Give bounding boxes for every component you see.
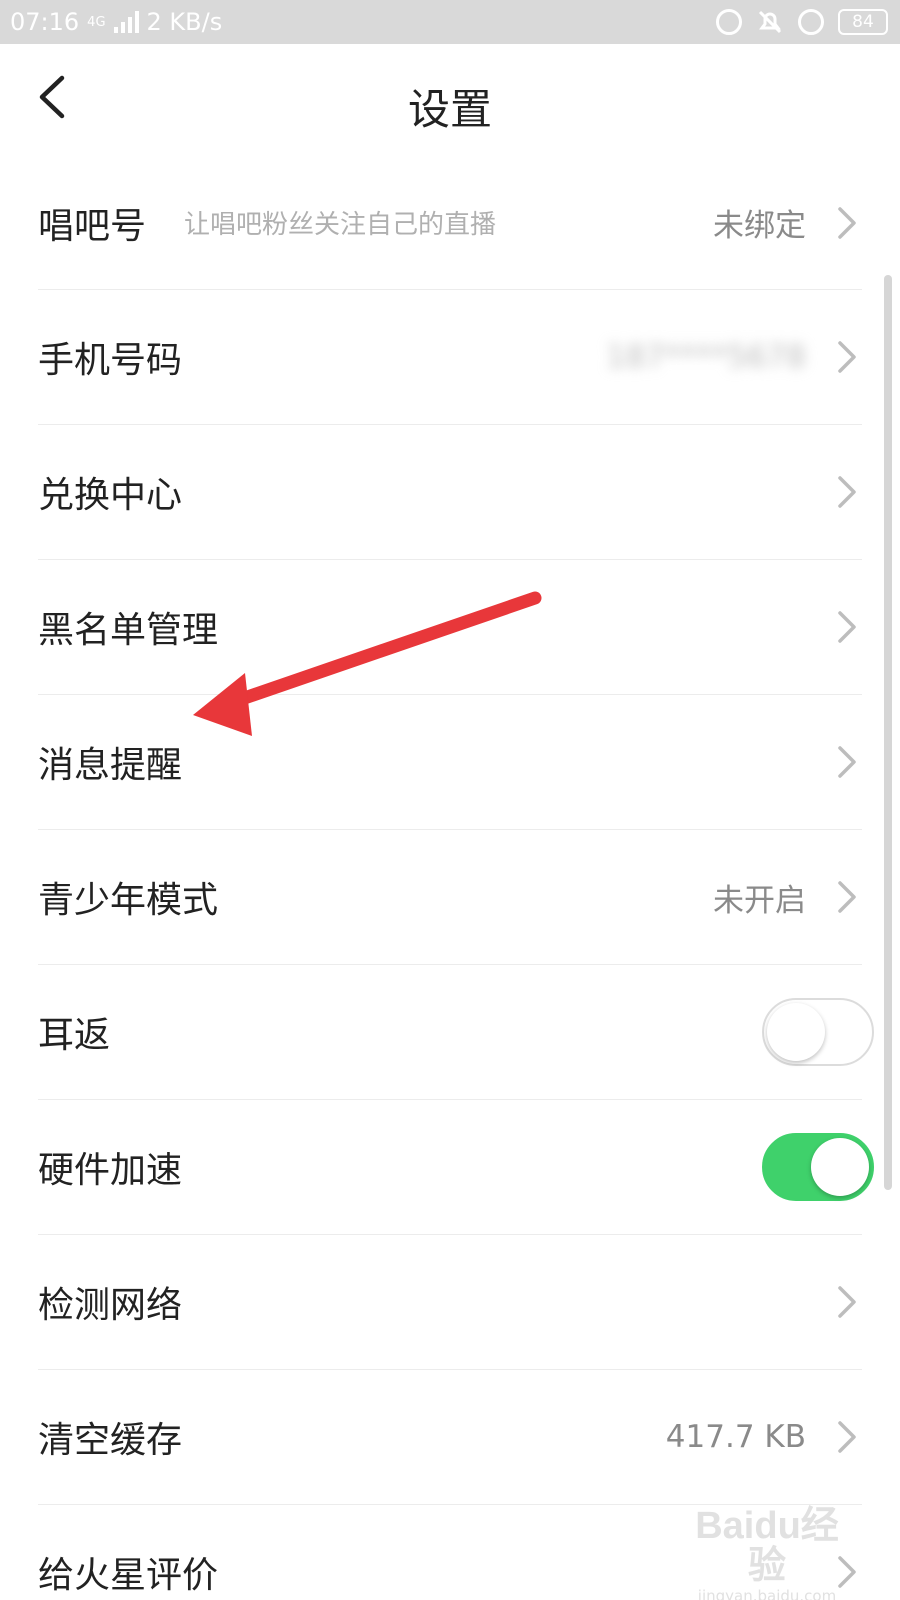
toggle-knob — [811, 1138, 869, 1196]
toggle-knob — [767, 1003, 825, 1061]
settings-row-label: 黑名单管理 — [38, 610, 219, 651]
settings-row-value: 187****5678 — [605, 339, 806, 375]
settings-row-label: 检测网络 — [38, 1285, 183, 1326]
network-speed: 2 KB/s — [146, 8, 223, 36]
settings-row[interactable]: 兑换中心 — [38, 425, 862, 560]
scrollbar[interactable] — [884, 275, 892, 1190]
settings-row[interactable]: 检测网络 — [38, 1235, 862, 1370]
baidu-watermark: Baidu经验 jingyan.baidu.com — [682, 1506, 852, 1600]
settings-row-label: 给火星评价 — [38, 1555, 219, 1596]
battery-level: 84 — [852, 12, 874, 32]
settings-row-label: 兑换中心 — [38, 475, 183, 516]
settings-row-value: 417.7 KB — [665, 1419, 806, 1455]
settings-row[interactable]: 手机号码 187****5678 — [38, 290, 862, 425]
settings-row-label: 硬件加速 — [38, 1150, 183, 1191]
chevron-right-icon — [838, 746, 856, 778]
chevron-right-icon — [838, 1421, 856, 1453]
chevron-right-icon — [838, 611, 856, 643]
signal-icon — [113, 11, 139, 33]
chevron-right-icon — [838, 341, 856, 373]
settings-row-label: 耳返 — [38, 1015, 111, 1056]
app-header: 设置 唱吧号 让唱吧粉丝关注自己的直播 未绑定手机号码 187****5678 兑换中心… — [0, 44, 900, 1596]
battery-icon: 84 — [838, 9, 888, 35]
settings-row[interactable]: 青少年模式 未开启 — [38, 830, 862, 965]
settings-row[interactable]: 硬件加速 — [38, 1100, 874, 1235]
chevron-right-icon — [838, 1286, 856, 1318]
settings-row-label: 消息提醒 — [38, 745, 183, 786]
settings-row[interactable]: 清空缓存 417.7 KB — [38, 1370, 862, 1505]
chevron-right-icon — [838, 881, 856, 913]
settings-row-subtitle: 让唱吧粉丝关注自己的直播 — [184, 210, 497, 240]
status-left: 07:16 4G 2 KB/s — [10, 8, 222, 36]
settings-list: 唱吧号 让唱吧粉丝关注自己的直播 未绑定手机号码 187****5678 兑换中心黑名单… — [0, 156, 900, 1600]
settings-row-label: 手机号码 — [38, 340, 183, 381]
status-right: 84 — [716, 8, 888, 36]
toggle-switch[interactable] — [762, 998, 874, 1066]
chevron-right-icon — [838, 206, 856, 239]
status-bar: 07:16 4G 2 KB/s 84 — [0, 0, 900, 44]
bell-muted-icon — [758, 10, 782, 34]
settings-row[interactable]: 消息提醒 — [38, 695, 862, 830]
notification-app-icon — [716, 9, 742, 35]
chevron-right-icon — [838, 476, 856, 508]
settings-row-value: 未开启 — [713, 882, 806, 919]
settings-row[interactable]: 黑名单管理 — [38, 560, 862, 695]
settings-row-label: 青少年模式 — [38, 880, 219, 921]
settings-row[interactable]: 唱吧号 让唱吧粉丝关注自己的直播 未绑定 — [38, 156, 862, 290]
settings-row[interactable]: 耳返 — [38, 965, 874, 1100]
watermark-logo: Baidu经验 — [695, 1505, 839, 1587]
settings-row-value: 未绑定 — [713, 208, 806, 244]
status-time: 07:16 — [10, 8, 80, 36]
network-type: 4G — [87, 14, 106, 30]
watermark-url: jingyan.baidu.com — [697, 1587, 837, 1600]
toggle-switch[interactable] — [762, 1133, 874, 1201]
settings-row-label: 唱吧号 — [38, 205, 147, 247]
rotation-lock-icon — [798, 9, 824, 35]
page-title: 设置 — [407, 85, 492, 134]
settings-row-label: 清空缓存 — [38, 1420, 183, 1461]
